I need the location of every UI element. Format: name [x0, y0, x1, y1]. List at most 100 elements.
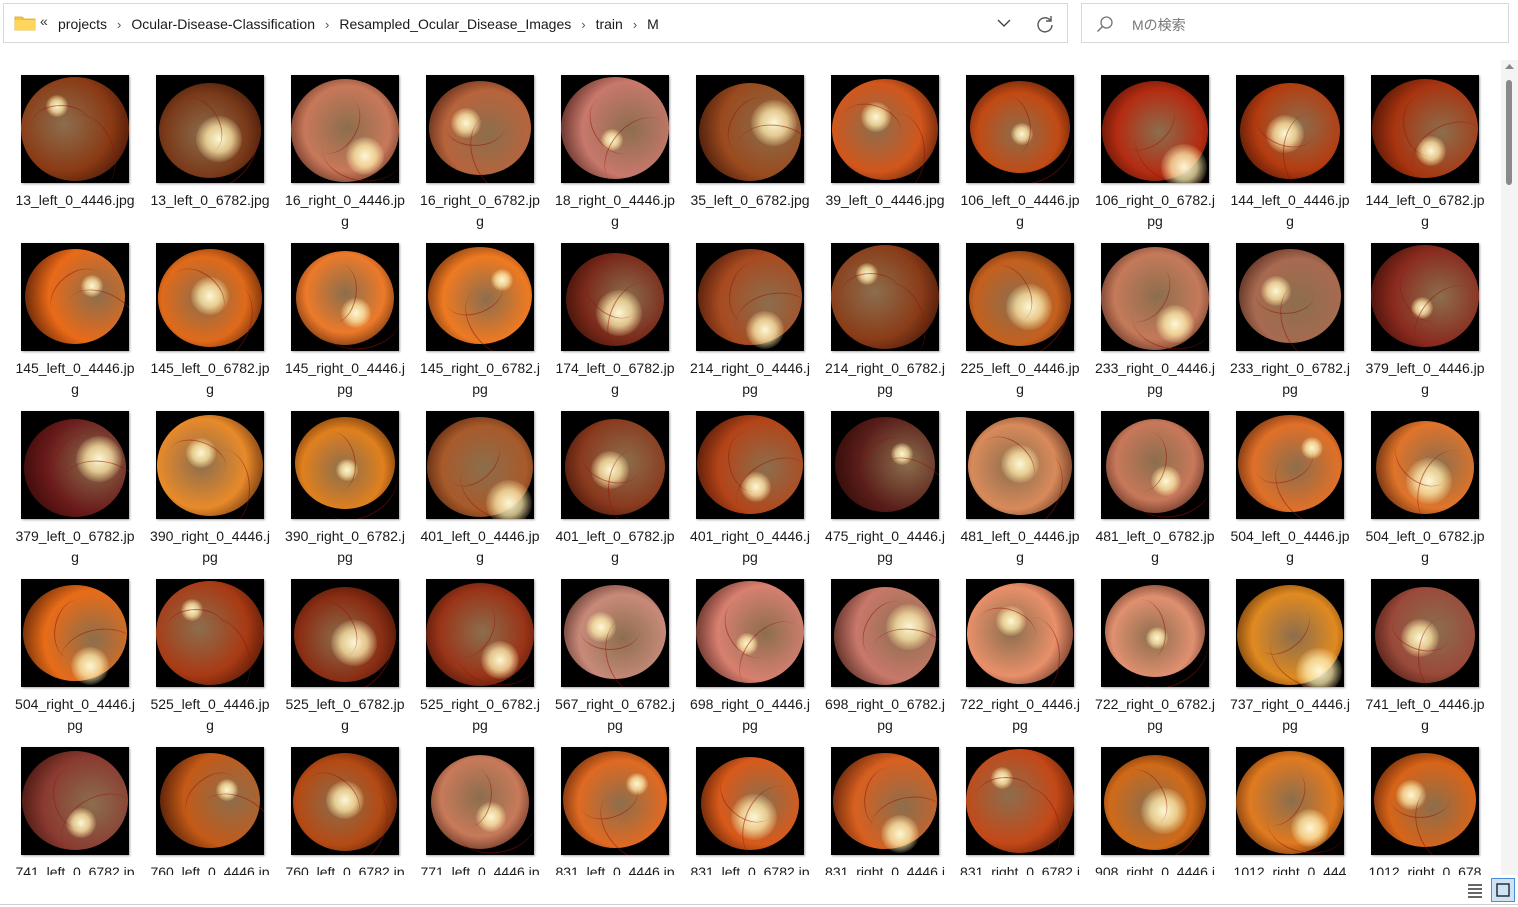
file-item[interactable]: 145_right_0_4446.jpg	[283, 228, 407, 397]
file-item[interactable]: 831_left_0_4446.jpg	[553, 732, 677, 875]
file-item[interactable]: 145_left_0_6782.jpg	[148, 228, 272, 397]
file-name-label: 214_right_0_6782.jpg	[825, 360, 945, 397]
file-item[interactable]: 35_left_0_6782.jpg	[688, 60, 812, 228]
file-item[interactable]: 481_left_0_4446.jpg	[958, 396, 1082, 565]
image-thumbnail	[1101, 75, 1209, 183]
history-overflow-icon[interactable]: «	[40, 13, 48, 29]
address-bar[interactable]: « projects › Ocular-Disease-Classificati…	[3, 3, 1068, 43]
file-item[interactable]: 741_left_0_4446.jpg	[1363, 564, 1487, 733]
file-item[interactable]: 722_right_0_6782.jpg	[1093, 564, 1217, 733]
file-item[interactable]: 18_right_0_4446.jpg	[553, 60, 677, 229]
file-item[interactable]: 13_left_0_6782.jpg	[148, 60, 272, 228]
file-name-label: 771_left_0_4446.jpg	[420, 864, 540, 875]
breadcrumb-separator-icon[interactable]: ›	[633, 17, 637, 32]
image-thumbnail	[831, 411, 939, 519]
search-box[interactable]	[1081, 3, 1509, 43]
file-item[interactable]: 722_right_0_4446.jpg	[958, 564, 1082, 733]
file-item[interactable]: 214_right_0_4446.jpg	[688, 228, 812, 397]
vertical-scrollbar[interactable]	[1501, 60, 1518, 875]
breadcrumb-resampled-images[interactable]: Resampled_Ocular_Disease_Images	[339, 16, 571, 32]
breadcrumb: projects › Ocular-Disease-Classification…	[58, 16, 659, 32]
scroll-up-arrow-icon[interactable]	[1505, 62, 1514, 71]
file-item[interactable]: 525_right_0_6782.jpg	[418, 564, 542, 733]
file-item[interactable]: 475_right_0_4446.jpg	[823, 396, 947, 565]
large-icons-view-button[interactable]	[1491, 878, 1515, 902]
image-thumbnail	[426, 747, 534, 855]
breadcrumb-m[interactable]: M	[647, 16, 659, 32]
file-item[interactable]: 16_right_0_4446.jpg	[283, 60, 407, 229]
details-view-icon[interactable]	[1465, 880, 1485, 900]
image-thumbnail	[1371, 75, 1479, 183]
file-name-label: 908_right_0_4446.jpg	[1095, 864, 1215, 875]
image-thumbnail	[696, 243, 804, 351]
file-item[interactable]: 39_left_0_4446.jpg	[823, 60, 947, 228]
image-thumbnail	[561, 411, 669, 519]
file-item[interactable]: 908_right_0_4446.jpg	[1093, 732, 1217, 875]
file-item[interactable]: 174_left_0_6782.jpg	[553, 228, 677, 397]
file-item[interactable]: 13_left_0_4446.jpg	[13, 60, 137, 228]
file-item[interactable]: 1012_right_0_4446.jpg	[1228, 732, 1352, 875]
file-item[interactable]: 144_left_0_4446.jpg	[1228, 60, 1352, 229]
image-thumbnail	[291, 75, 399, 183]
breadcrumb-train[interactable]: train	[596, 16, 623, 32]
search-input[interactable]	[1130, 13, 1494, 37]
file-item[interactable]: 831_left_0_6782.jpg	[688, 732, 812, 875]
file-item[interactable]: 567_right_0_6782.jpg	[553, 564, 677, 733]
scrollbar-thumb[interactable]	[1506, 80, 1512, 185]
file-item[interactable]: 214_right_0_6782.jpg	[823, 228, 947, 397]
file-item[interactable]: 698_right_0_4446.jpg	[688, 564, 812, 733]
chevron-down-icon[interactable]	[996, 15, 1012, 31]
file-item[interactable]: 401_left_0_6782.jpg	[553, 396, 677, 565]
image-thumbnail	[561, 747, 669, 855]
file-item[interactable]: 390_right_0_6782.jpg	[283, 396, 407, 565]
breadcrumb-separator-icon[interactable]: ›	[325, 17, 329, 32]
file-item[interactable]: 390_right_0_4446.jpg	[148, 396, 272, 565]
image-thumbnail	[1236, 75, 1344, 183]
image-thumbnail	[966, 75, 1074, 183]
refresh-icon[interactable]	[1035, 14, 1055, 34]
file-item[interactable]: 831_right_0_4446.jpg	[823, 732, 947, 875]
file-item[interactable]: 481_left_0_6782.jpg	[1093, 396, 1217, 565]
breadcrumb-separator-icon[interactable]: ›	[581, 17, 585, 32]
breadcrumb-projects[interactable]: projects	[58, 16, 107, 32]
file-item[interactable]: 145_left_0_4446.jpg	[13, 228, 137, 397]
file-item[interactable]: 401_right_0_4446.jpg	[688, 396, 812, 565]
file-item[interactable]: 225_left_0_4446.jpg	[958, 228, 1082, 397]
file-item[interactable]: 831_right_0_6782.jpg	[958, 732, 1082, 875]
file-item[interactable]: 504_right_0_4446.jpg	[13, 564, 137, 733]
file-name-label: 760_left_0_6782.jpg	[285, 864, 405, 875]
file-item[interactable]: 504_left_0_6782.jpg	[1363, 396, 1487, 565]
file-item[interactable]: 16_right_0_6782.jpg	[418, 60, 542, 229]
file-name-label: 475_right_0_4446.jpg	[825, 528, 945, 565]
file-item[interactable]: 525_left_0_4446.jpg	[148, 564, 272, 733]
image-thumbnail	[156, 411, 264, 519]
file-item[interactable]: 771_left_0_4446.jpg	[418, 732, 542, 875]
file-item[interactable]: 698_right_0_6782.jpg	[823, 564, 947, 733]
file-item[interactable]: 106_right_0_6782.jpg	[1093, 60, 1217, 229]
image-thumbnail	[1236, 411, 1344, 519]
file-item[interactable]: 504_left_0_4446.jpg	[1228, 396, 1352, 565]
file-item[interactable]: 379_left_0_6782.jpg	[13, 396, 137, 565]
file-item[interactable]: 760_left_0_6782.jpg	[283, 732, 407, 875]
file-view[interactable]: 13_left_0_4446.jpg 13_left_0_6782.jpg 16_r…	[0, 60, 1500, 875]
file-name-label: 18_right_0_4446.jpg	[555, 192, 675, 229]
image-thumbnail	[426, 243, 534, 351]
breadcrumb-separator-icon[interactable]: ›	[117, 17, 121, 32]
file-item[interactable]: 106_left_0_4446.jpg	[958, 60, 1082, 229]
file-item[interactable]: 401_left_0_4446.jpg	[418, 396, 542, 565]
file-item[interactable]: 233_right_0_4446.jpg	[1093, 228, 1217, 397]
file-item[interactable]: 760_left_0_4446.jpg	[148, 732, 272, 875]
file-name-label: 39_left_0_4446.jpg	[825, 192, 945, 208]
file-item[interactable]: 737_right_0_4446.jpg	[1228, 564, 1352, 733]
file-item[interactable]: 233_right_0_6782.jpg	[1228, 228, 1352, 397]
file-item[interactable]: 1012_right_0_6782.jpg	[1363, 732, 1487, 875]
file-item[interactable]: 741_left_0_6782.jpg	[13, 732, 137, 875]
file-name-label: 145_left_0_6782.jpg	[150, 360, 270, 397]
file-item[interactable]: 145_right_0_6782.jpg	[418, 228, 542, 397]
image-thumbnail	[1371, 747, 1479, 855]
file-item[interactable]: 525_left_0_6782.jpg	[283, 564, 407, 733]
file-item[interactable]: 379_left_0_4446.jpg	[1363, 228, 1487, 397]
file-name-label: 144_left_0_6782.jpg	[1365, 192, 1485, 229]
breadcrumb-ocular-disease-classification[interactable]: Ocular-Disease-Classification	[131, 16, 315, 32]
file-item[interactable]: 144_left_0_6782.jpg	[1363, 60, 1487, 229]
